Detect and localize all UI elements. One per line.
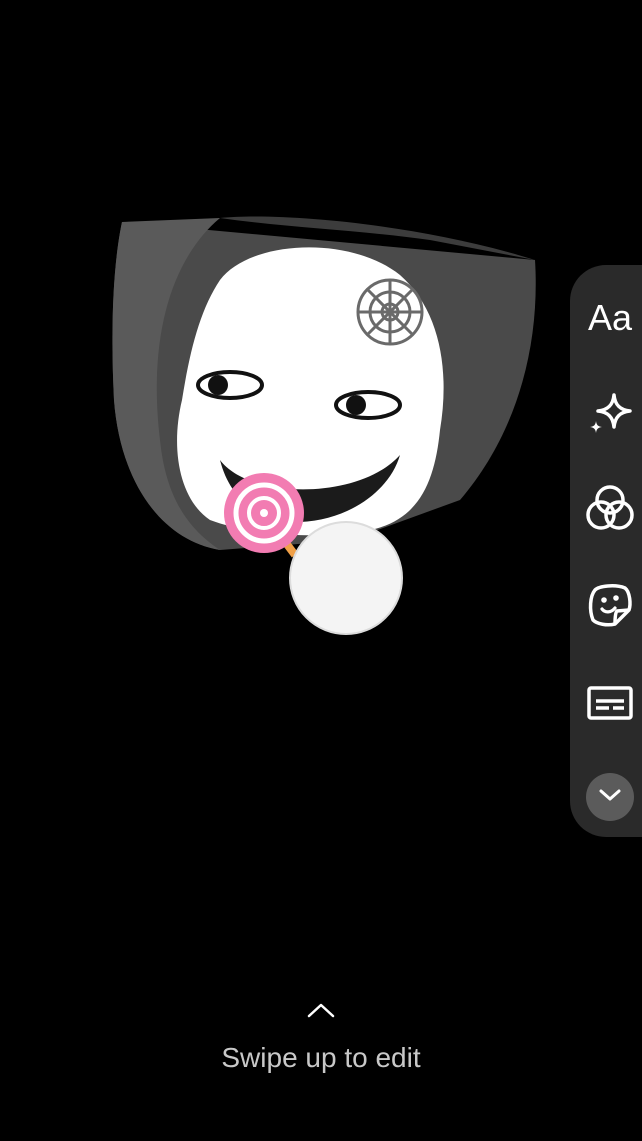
sparkle-icon: [587, 390, 633, 436]
captions-icon: [587, 686, 633, 720]
filters-button[interactable]: [580, 478, 640, 538]
text-icon: Aa: [587, 297, 633, 338]
effects-button[interactable]: [580, 383, 640, 443]
swipe-up-hint[interactable]: Swipe up to edit: [0, 1000, 642, 1074]
filters-icon: [585, 483, 635, 533]
editor-toolbar: Aa: [570, 265, 642, 837]
text-tool-button[interactable]: Aa: [580, 288, 640, 348]
more-tools-button[interactable]: [586, 773, 634, 821]
sticker-icon: [585, 580, 635, 630]
sticker-button[interactable]: [580, 575, 640, 635]
swipe-up-label: Swipe up to edit: [221, 1042, 421, 1073]
chevron-up-icon: [306, 1000, 336, 1020]
chevron-down-icon: [598, 787, 622, 808]
captions-button[interactable]: [580, 673, 640, 733]
sticker-artwork: [112, 216, 536, 635]
